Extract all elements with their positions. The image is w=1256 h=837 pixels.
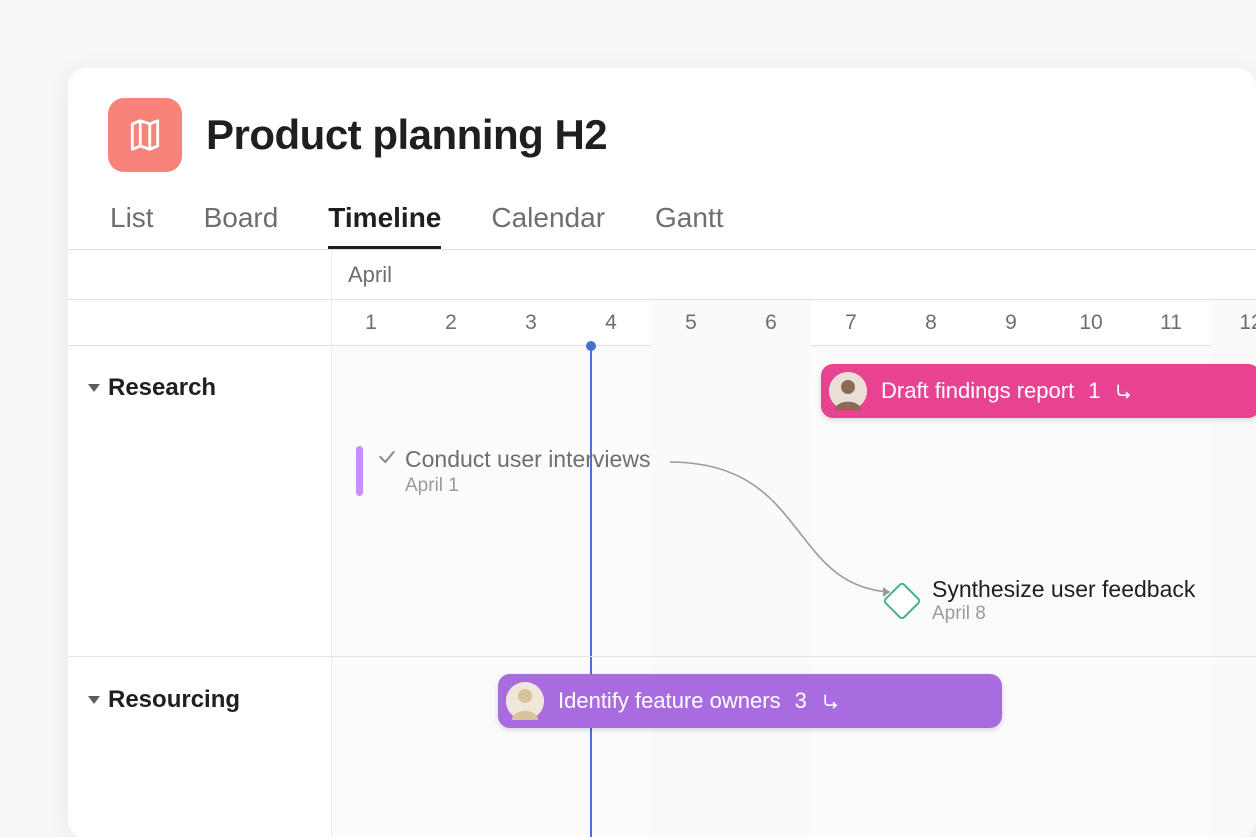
caret-down-icon <box>88 696 100 704</box>
day-3[interactable]: 3 <box>491 300 571 346</box>
grid-line <box>331 346 332 837</box>
month-row: April <box>68 250 1256 300</box>
task-bar-draft-findings[interactable]: Draft findings report 1 <box>821 364 1256 418</box>
subtask-icon <box>1114 381 1134 401</box>
day-12[interactable]: 12 <box>1211 300 1256 346</box>
subtask-count: 3 <box>795 688 807 714</box>
avatar <box>506 682 544 720</box>
tab-timeline[interactable]: Timeline <box>328 202 441 249</box>
milestone-date: April 8 <box>932 603 1195 625</box>
tab-calendar[interactable]: Calendar <box>491 202 605 249</box>
subtask-icon <box>821 691 841 711</box>
day-10[interactable]: 10 <box>1051 300 1131 346</box>
map-icon <box>108 98 182 172</box>
task-label: Identify feature owners <box>558 688 781 714</box>
day-1[interactable]: 1 <box>331 300 411 346</box>
tab-list[interactable]: List <box>110 202 154 249</box>
day-5[interactable]: 5 <box>651 300 731 346</box>
section-divider <box>68 656 1256 657</box>
task-label: Draft findings report <box>881 378 1074 404</box>
diamond-icon <box>882 581 922 621</box>
check-icon <box>377 447 397 472</box>
tab-gantt[interactable]: Gantt <box>655 202 723 249</box>
milestone-label: Synthesize user feedback <box>932 576 1195 603</box>
milestone-info: Synthesize user feedback April 8 <box>932 576 1195 625</box>
today-indicator-dot <box>586 341 596 351</box>
tracks: Research Draft findings report 1 <box>68 346 1256 837</box>
day-6[interactable]: 6 <box>731 300 811 346</box>
task-date: April 1 <box>405 475 650 497</box>
tab-board[interactable]: Board <box>204 202 279 249</box>
task-label: Conduct user interviews <box>405 446 650 473</box>
section-label: Research <box>108 374 216 402</box>
weekend-shade <box>1211 346 1256 837</box>
days-row: 1 2 3 4 5 6 7 8 9 10 11 12 <box>68 300 1256 346</box>
milestone-synthesize-feedback[interactable]: Synthesize user feedback April 8 <box>888 576 1195 625</box>
month-label: April <box>348 262 392 288</box>
task-info: Conduct user interviews April 1 <box>377 446 650 497</box>
day-8[interactable]: 8 <box>891 300 971 346</box>
project-title: Product planning H2 <box>206 111 607 159</box>
task-completed-conduct-interviews[interactable]: Conduct user interviews April 1 <box>356 446 650 497</box>
project-card: Product planning H2 List Board Timeline … <box>68 68 1256 837</box>
day-2[interactable]: 2 <box>411 300 491 346</box>
section-header-resourcing[interactable]: Resourcing <box>88 686 240 714</box>
project-header: Product planning H2 List Board Timeline … <box>68 68 1256 249</box>
section-header-research[interactable]: Research <box>88 374 216 402</box>
caret-down-icon <box>88 384 100 392</box>
task-stick <box>356 446 363 496</box>
subtask-count: 1 <box>1088 378 1100 404</box>
grid-line <box>331 250 332 300</box>
section-label: Resourcing <box>108 686 240 714</box>
task-bar-identify-owners[interactable]: Identify feature owners 3 <box>498 674 1002 728</box>
today-indicator-line <box>590 346 592 837</box>
day-7[interactable]: 7 <box>811 300 891 346</box>
day-11[interactable]: 11 <box>1131 300 1211 346</box>
day-9[interactable]: 9 <box>971 300 1051 346</box>
day-4[interactable]: 4 <box>571 300 651 346</box>
weekend-shade <box>651 346 811 837</box>
view-tabs: List Board Timeline Calendar Gantt <box>108 202 1216 249</box>
timeline-area: April 1 2 3 4 5 6 7 8 9 10 11 12 <box>68 249 1256 837</box>
avatar <box>829 372 867 410</box>
title-row: Product planning H2 <box>108 98 1216 172</box>
